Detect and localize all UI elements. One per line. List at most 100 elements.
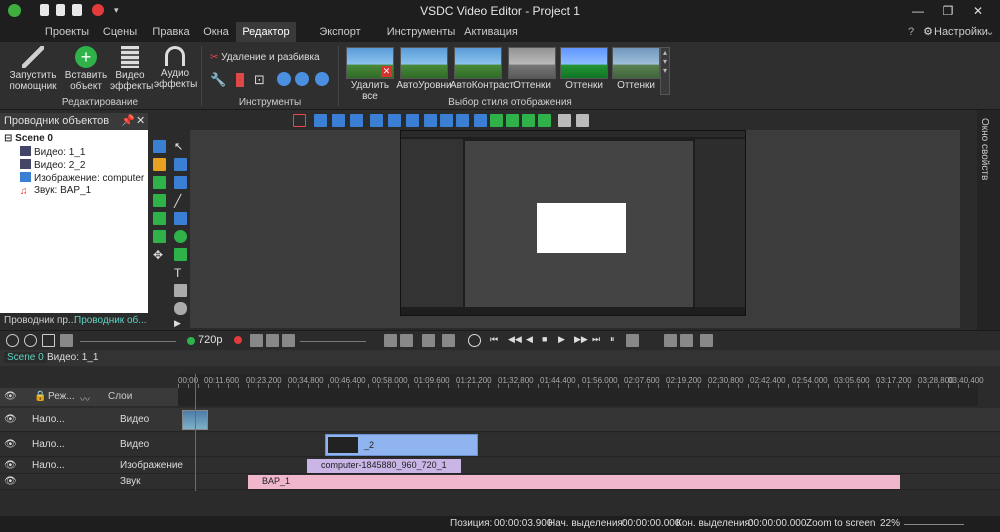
eye-icon[interactable]: 👁 bbox=[4, 391, 17, 402]
tool-speed-icon[interactable] bbox=[315, 72, 329, 86]
ungroup-icon[interactable] bbox=[576, 114, 589, 127]
settings-button[interactable]: Настройки bbox=[934, 22, 988, 42]
select-all-icon[interactable] bbox=[293, 114, 306, 127]
eye-icon[interactable]: 👁 bbox=[4, 460, 17, 471]
menu-editor[interactable]: Редактор bbox=[236, 22, 296, 42]
move-bottom-icon[interactable] bbox=[538, 114, 551, 127]
track-blend[interactable]: Нало... bbox=[32, 439, 65, 450]
pause-icon[interactable]: ⏸ bbox=[610, 334, 623, 347]
eye-icon[interactable]: 👁 bbox=[4, 439, 17, 450]
text-icon[interactable]: T bbox=[174, 266, 187, 280]
track-row[interactable]: 👁 Нало... Видео bbox=[0, 408, 1000, 432]
clip-audio[interactable]: BAP_1 bbox=[248, 475, 900, 489]
film-strip-icon[interactable] bbox=[174, 284, 187, 297]
pin-icon[interactable]: 📌 bbox=[121, 113, 135, 130]
restore-button[interactable]: ❐ bbox=[934, 2, 962, 20]
clip-image[interactable]: computer-1845880_960_720_1 bbox=[307, 459, 461, 473]
zoom-slider[interactable] bbox=[904, 524, 964, 525]
tree-scene[interactable]: ⊟ Scene 0 bbox=[4, 133, 53, 144]
menu-projects[interactable]: Проекты bbox=[42, 22, 92, 42]
chart-icon[interactable] bbox=[153, 140, 166, 153]
menu-scenes[interactable]: Сцены bbox=[95, 22, 145, 42]
rect-icon[interactable] bbox=[174, 158, 187, 171]
move-up-icon[interactable] bbox=[490, 114, 503, 127]
audio-effects-button[interactable]: Аудио эффекты bbox=[154, 46, 197, 90]
minimize-button[interactable]: — bbox=[904, 2, 932, 20]
tab-object-explorer[interactable]: Проводник об... bbox=[74, 315, 147, 326]
style-autolevels-thumb[interactable] bbox=[400, 47, 448, 79]
play-icon[interactable]: ▶ bbox=[558, 334, 571, 347]
group-icon[interactable] bbox=[558, 114, 571, 127]
marker-icon[interactable] bbox=[384, 334, 397, 347]
timeline-ruler[interactable]: 00:00 00:11.600 00:23.200 00:34.800 00:4… bbox=[178, 374, 984, 388]
align-clips-icon[interactable] bbox=[422, 334, 435, 347]
line-icon[interactable]: ╱ bbox=[174, 194, 187, 208]
menu-expand-icon[interactable]: ⌄ bbox=[984, 22, 996, 42]
go-end-icon[interactable]: ⏭ bbox=[592, 334, 605, 347]
menu-edit[interactable]: Правка bbox=[148, 22, 194, 42]
text-box-icon[interactable] bbox=[174, 176, 187, 189]
tab-video-object[interactable]: Видео: 1_1 bbox=[44, 352, 101, 363]
zoom-slider[interactable] bbox=[80, 341, 176, 342]
tab-scene[interactable]: Scene 0 bbox=[4, 352, 47, 363]
zoom-to-screen-button[interactable]: Zoom to screen bbox=[806, 518, 875, 529]
speech-bubble-icon[interactable] bbox=[174, 302, 187, 315]
panel-close-icon[interactable]: ✕ bbox=[136, 113, 145, 130]
zoom-out-icon[interactable] bbox=[24, 334, 37, 347]
move-down-icon[interactable] bbox=[506, 114, 519, 127]
tree-item[interactable]: Видео: 2_2 bbox=[20, 159, 85, 171]
move-top-icon[interactable] bbox=[522, 114, 535, 127]
eye-icon[interactable]: 👁 bbox=[4, 414, 17, 425]
tool-rotate-icon[interactable] bbox=[277, 72, 291, 86]
menu-export[interactable]: Экспорт проекта bbox=[298, 22, 382, 58]
tab-project-explorer[interactable]: Проводник пр... bbox=[4, 315, 76, 326]
cut-icon[interactable] bbox=[250, 334, 263, 347]
go-start-icon[interactable]: ⏮ bbox=[490, 334, 503, 347]
ellipse-icon[interactable] bbox=[174, 230, 187, 243]
wizard-button[interactable]: Запустить помощник bbox=[6, 46, 60, 92]
audio-tool-icon[interactable] bbox=[153, 230, 166, 243]
style-tint-thumb[interactable] bbox=[612, 47, 660, 79]
animation-icon[interactable] bbox=[153, 158, 166, 171]
tree-item[interactable]: ♫ Звук: BAP_1 bbox=[20, 185, 91, 197]
tool-crop-icon[interactable]: ⊡ bbox=[254, 72, 265, 88]
gear-icon[interactable]: ⚙ bbox=[922, 22, 934, 42]
track-blend[interactable]: Нало... bbox=[32, 460, 65, 471]
delete-split-button[interactable]: ✂ Удаление и разбивка bbox=[210, 52, 320, 63]
align-left-icon[interactable] bbox=[314, 114, 327, 127]
lock-icon[interactable]: 🔒 bbox=[34, 391, 46, 402]
image-tool-icon[interactable] bbox=[153, 176, 166, 189]
track-row[interactable]: 👁 Нало... Изображение computer-1845880_9… bbox=[0, 458, 1000, 474]
loop-icon[interactable] bbox=[626, 334, 639, 347]
timeline-empty[interactable] bbox=[0, 491, 1000, 516]
scene-preview[interactable] bbox=[400, 130, 746, 316]
tool-wrench-icon[interactable]: 🔧 bbox=[210, 72, 226, 88]
move-icon[interactable]: ✥ bbox=[153, 248, 166, 262]
menu-activation[interactable]: Активация bbox=[460, 22, 522, 42]
undo-icon[interactable] bbox=[266, 334, 279, 347]
fit-icon[interactable] bbox=[42, 334, 55, 347]
close-button[interactable]: ✕ bbox=[964, 2, 992, 20]
eye-icon[interactable]: 👁 bbox=[4, 476, 17, 487]
styles-scroll-icon[interactable]: ▴ ▾ ▾ bbox=[660, 47, 670, 95]
tree-item[interactable]: Изображение: computer bbox=[20, 172, 144, 184]
record-button[interactable] bbox=[234, 336, 242, 344]
style-tint-thumb[interactable] bbox=[560, 47, 608, 79]
video-effects-button[interactable]: Видео эффекты bbox=[110, 46, 153, 92]
zoom-in-icon[interactable] bbox=[6, 334, 19, 347]
distribute-icon[interactable] bbox=[424, 114, 437, 127]
track-row[interactable]: 👁 Нало... Видео _2 bbox=[0, 433, 1000, 457]
pointer-icon[interactable]: ↖ bbox=[174, 140, 187, 153]
spread-icon[interactable] bbox=[442, 334, 455, 347]
next-marker-icon[interactable] bbox=[680, 334, 693, 347]
clip-video2[interactable]: _2 bbox=[325, 434, 478, 456]
prev-frame-icon[interactable]: ◀ bbox=[526, 334, 539, 347]
center-v-icon[interactable] bbox=[456, 114, 469, 127]
freeform-icon[interactable] bbox=[174, 248, 187, 261]
eye-icon[interactable] bbox=[187, 337, 195, 345]
playhead[interactable] bbox=[195, 374, 196, 498]
subtitle-icon[interactable] bbox=[153, 194, 166, 207]
menu-tools[interactable]: Инструменты bbox=[386, 22, 456, 42]
same-width-icon[interactable] bbox=[474, 114, 487, 127]
rewind-icon[interactable]: ◀◀ bbox=[508, 334, 522, 347]
